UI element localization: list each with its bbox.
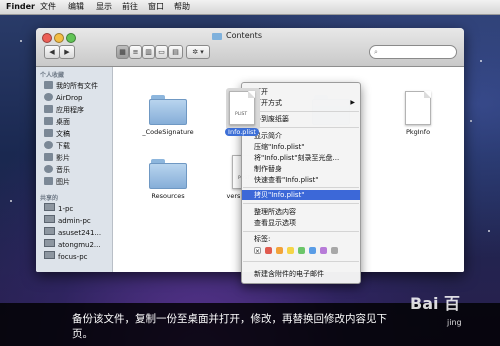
movies-icon — [44, 153, 53, 161]
submenu-arrow-icon: ▶ — [350, 99, 355, 106]
caption-text: 备份该文件，复制一份至桌面并打开，修改，再替换回修改内容见下页。 — [72, 313, 387, 340]
downloads-icon — [44, 141, 53, 149]
close-button[interactable] — [42, 33, 52, 43]
icon-view-button[interactable]: ▦ — [116, 45, 129, 59]
sidebar-item-documents[interactable]: 文稿 — [44, 128, 70, 140]
documents-icon — [44, 129, 53, 137]
menu-window[interactable]: 窗口 — [148, 0, 164, 14]
music-icon — [44, 165, 53, 173]
plist-document-icon: PLIST — [226, 88, 260, 130]
file-name: Resources — [151, 192, 185, 200]
column-view-button[interactable]: ▥ — [142, 45, 155, 59]
file-item-resources[interactable]: Resources — [133, 159, 203, 200]
document-icon — [405, 91, 431, 125]
menu-bar: Finder 文件 编辑 显示 前往 窗口 帮助 — [0, 0, 500, 15]
back-button[interactable]: ◀ — [44, 45, 60, 59]
zoom-button[interactable] — [66, 33, 76, 43]
menu-item-view-options[interactable]: 查看显示选项 — [254, 218, 296, 228]
menu-item-new-email-with-attachment[interactable]: 新建含附件的电子邮件 — [254, 269, 324, 279]
tag-red[interactable] — [265, 247, 272, 254]
computer-icon — [44, 251, 55, 259]
tag-orange[interactable] — [276, 247, 283, 254]
computer-icon — [44, 227, 55, 235]
sidebar-shared-header: 共享的 — [40, 195, 59, 202]
pictures-icon — [44, 177, 53, 185]
sidebar-item-shared-focus-pc[interactable]: focus-pc — [44, 251, 88, 263]
minimize-button[interactable] — [54, 33, 64, 43]
tags-label: 标签: — [254, 235, 271, 243]
search-icon: ⌕ — [374, 48, 378, 56]
file-name: PkgInfo — [405, 128, 431, 136]
applications-icon — [44, 105, 53, 113]
computer-icon — [44, 203, 55, 211]
tag-gray[interactable] — [331, 247, 338, 254]
menu-separator — [243, 261, 359, 262]
menu-help[interactable]: 帮助 — [174, 0, 190, 14]
all-files-icon — [44, 81, 53, 89]
window-toolbar: Contents ◀ ▶ ▦ ≡ ▥ ▭ ▤ ✲ ▾ ⌕ — [36, 28, 464, 67]
menu-separator — [243, 231, 359, 232]
file-item-codesignature[interactable]: _CodeSignature — [133, 95, 203, 136]
arrange-button[interactable]: ▤ — [168, 45, 183, 59]
computer-icon — [44, 239, 55, 247]
sidebar-favorites-header: 个人收藏 — [40, 72, 65, 79]
file-item-info-plist[interactable]: PLIST Info.plist — [217, 88, 267, 136]
folder-icon — [212, 33, 222, 40]
menu-item-open-with[interactable]: 打开方式 — [254, 98, 354, 108]
sidebar: 个人收藏 我的所有文件 AirDrop 应用程序 桌面 文稿 下载 影片 音乐 … — [36, 67, 113, 272]
file-name-selected: Info.plist — [225, 128, 259, 136]
sidebar-item-shared-atongmu[interactable]: atongmu2... — [44, 239, 101, 251]
menu-item-make-alias[interactable]: 制作替身 — [254, 164, 282, 174]
desktop-icon — [44, 117, 53, 125]
cover-flow-button[interactable]: ▭ — [155, 45, 168, 59]
computer-icon — [44, 215, 55, 223]
tag-purple[interactable] — [320, 247, 327, 254]
list-view-button[interactable]: ≡ — [129, 45, 142, 59]
action-gear-button[interactable]: ✲ ▾ — [186, 45, 210, 59]
sidebar-item-shared-1-pc[interactable]: 1-pc — [44, 203, 73, 215]
sidebar-item-downloads[interactable]: 下载 — [44, 140, 70, 152]
menu-item-burn-to-disc[interactable]: 将"Info.plist"刻录至光盘... — [254, 153, 339, 163]
sidebar-item-airdrop[interactable]: AirDrop — [44, 92, 82, 104]
menu-edit[interactable]: 编辑 — [68, 0, 84, 14]
sidebar-item-music[interactable]: 音乐 — [44, 164, 70, 176]
tag-color-row: × — [254, 247, 354, 255]
menu-separator — [243, 187, 359, 188]
menu-view[interactable]: 显示 — [96, 0, 112, 14]
sidebar-item-movies[interactable]: 影片 — [44, 152, 70, 164]
folder-icon — [149, 159, 187, 189]
menu-item-copy[interactable]: 拷贝"Info.plist" — [254, 190, 305, 200]
sidebar-item-all-files[interactable]: 我的所有文件 — [44, 80, 98, 92]
tag-blue[interactable] — [309, 247, 316, 254]
file-name: _CodeSignature — [142, 128, 194, 136]
folder-icon — [149, 95, 187, 125]
menu-item-quick-look[interactable]: 快速查看"Info.plist" — [254, 175, 319, 185]
sidebar-item-desktop[interactable]: 桌面 — [44, 116, 70, 128]
sidebar-item-shared-admin-pc[interactable]: admin-pc — [44, 215, 91, 227]
watermark-sub: jing — [447, 318, 462, 327]
window-title: Contents — [226, 31, 262, 40]
menu-file[interactable]: 文件 — [40, 0, 56, 14]
menu-item-clean-up[interactable]: 整理所选内容 — [254, 207, 296, 217]
tag-none-icon[interactable]: × — [254, 247, 261, 255]
airdrop-icon — [44, 93, 53, 101]
sidebar-item-pictures[interactable]: 图片 — [44, 176, 70, 188]
menu-separator — [243, 203, 359, 204]
menu-item-compress[interactable]: 压缩"Info.plist" — [254, 142, 305, 152]
forward-button[interactable]: ▶ — [59, 45, 75, 59]
tag-yellow[interactable] — [287, 247, 294, 254]
tag-green[interactable] — [298, 247, 305, 254]
menu-go[interactable]: 前往 — [122, 0, 138, 14]
sidebar-item-applications[interactable]: 应用程序 — [44, 104, 84, 116]
file-item-pkginfo[interactable]: PkgInfo — [393, 91, 443, 136]
sidebar-item-shared-asuset[interactable]: asuset241... — [44, 227, 101, 239]
search-input[interactable]: ⌕ — [369, 45, 457, 59]
menu-app-finder[interactable]: Finder — [6, 0, 35, 14]
watermark-logo: Bai 百 — [410, 294, 461, 313]
